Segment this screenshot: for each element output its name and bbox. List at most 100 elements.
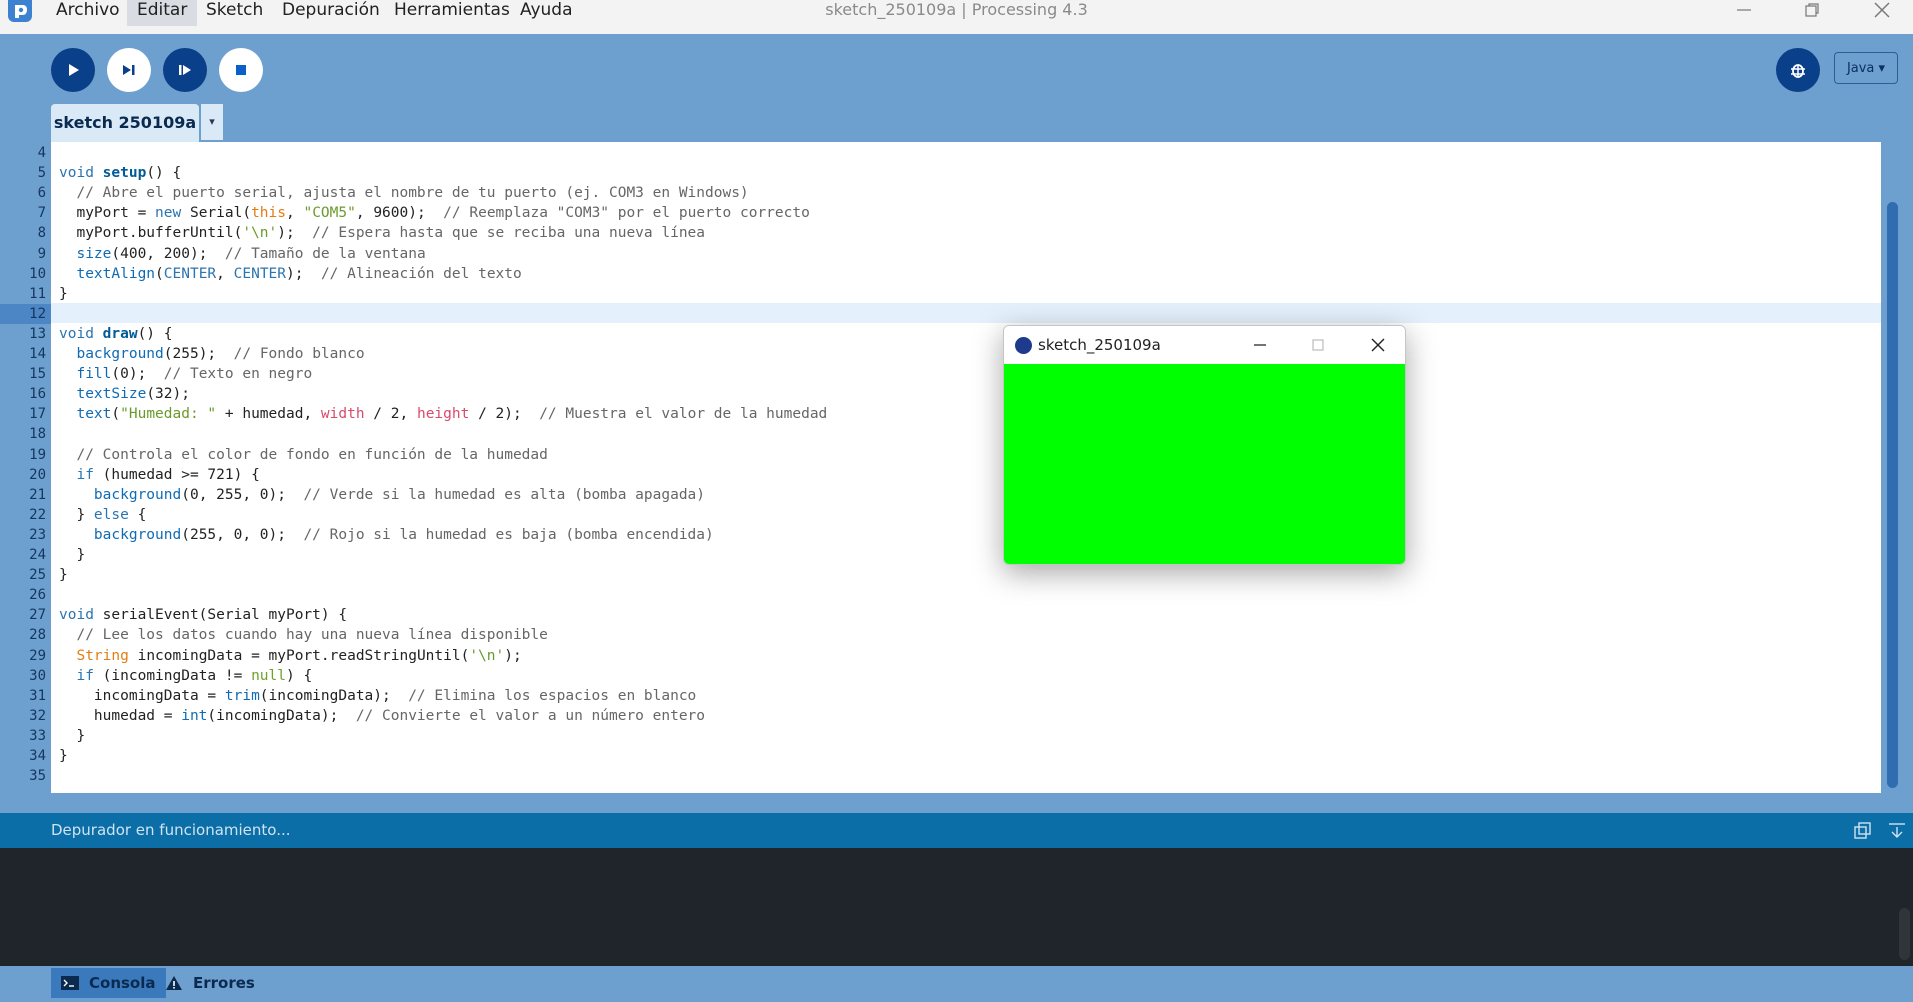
run-icon (69, 64, 79, 76)
code-line[interactable]: } (59, 726, 85, 746)
code-line[interactable]: background(255); // Fondo blanco (59, 344, 364, 364)
line-number: 10 (29, 265, 46, 282)
code-line[interactable]: background(0, 255, 0); // Verde si la hu… (59, 485, 705, 505)
code-line[interactable]: // Abre el puerto serial, ajusta el nomb… (59, 183, 748, 203)
code-line[interactable]: } (59, 746, 68, 766)
line-number: 19 (29, 446, 46, 463)
code-line[interactable]: if (incomingData != null) { (59, 666, 312, 686)
code-line[interactable]: text("Humedad: " + humedad, width / 2, h… (59, 404, 827, 424)
line-number: 30 (29, 667, 46, 684)
line-number: 13 (29, 325, 46, 342)
code-line[interactable]: myPort = new Serial(this, "COM5", 9600);… (59, 203, 809, 223)
line-number: 33 (29, 727, 46, 744)
line-number: 28 (29, 627, 46, 644)
line-number: 12 (0, 303, 51, 324)
line-number: 6 (37, 185, 46, 202)
code-line[interactable]: String incomingData = myPort.readStringU… (59, 646, 521, 666)
stop-icon (236, 65, 246, 75)
tab-menu-button[interactable]: ▾ (201, 104, 223, 140)
run-button[interactable] (51, 48, 95, 92)
code-line[interactable]: background(255, 0, 0); // Rojo si la hum… (59, 525, 714, 545)
code-line[interactable]: } (59, 545, 85, 565)
line-number: 22 (29, 506, 46, 523)
maximize-icon (1312, 339, 1324, 351)
code-line[interactable]: } (59, 565, 68, 585)
sketch-minimize-button[interactable] (1237, 326, 1283, 364)
editor-scrollbar-thumb[interactable] (1887, 202, 1898, 788)
collapse-console-icon[interactable] (1887, 821, 1907, 841)
code-line[interactable]: size(400, 200); // Tamaño de la ventana (59, 244, 425, 264)
sketch-output-window[interactable]: sketch_250109a (1003, 325, 1406, 565)
line-number: 8 (37, 225, 46, 242)
console-footer: Consola Errores (0, 966, 1913, 1002)
line-number: 31 (29, 687, 46, 704)
line-number: 34 (29, 748, 46, 764)
status-bar: Depurador en funcionamiento... (0, 813, 1913, 848)
code-line[interactable]: textSize(32); (59, 384, 190, 404)
close-button[interactable] (1852, 0, 1912, 26)
terminal-icon (61, 976, 79, 990)
tab-consola[interactable]: Consola (51, 968, 166, 998)
line-number: 24 (29, 547, 46, 563)
line-number: 29 (29, 647, 46, 664)
code-line[interactable]: void draw() { (59, 324, 173, 344)
console-scrollbar-thumb[interactable] (1899, 908, 1910, 960)
code-line[interactable]: textAlign(CENTER, CENTER); // Alineación… (59, 264, 521, 284)
code-line[interactable]: } else { (59, 505, 146, 525)
minimize-button[interactable] (1714, 0, 1774, 26)
sketch-maximize-button[interactable] (1295, 326, 1341, 364)
code-line[interactable]: incomingData = trim(incomingData); // El… (59, 686, 696, 706)
line-number: 4 (37, 145, 46, 161)
sketch-titlebar[interactable]: sketch_250109a (1004, 326, 1405, 364)
menu-editar[interactable]: Editar (127, 0, 198, 26)
copy-icon[interactable] (1853, 821, 1873, 841)
menu-sketch[interactable]: Sketch (196, 0, 273, 26)
menu-depuracion[interactable]: Depuración (272, 0, 390, 26)
continue-button[interactable] (163, 48, 207, 92)
mode-selector[interactable]: Java ▾ (1834, 52, 1898, 84)
processing-logo-icon (8, 0, 32, 22)
code-line[interactable]: } (59, 284, 68, 304)
line-number: 7 (37, 205, 46, 222)
code-line[interactable]: // Lee los datos cuando hay una nueva lí… (59, 625, 547, 645)
minimize-icon (1254, 344, 1266, 346)
console-output[interactable] (0, 848, 1913, 966)
line-number: 9 (37, 245, 46, 262)
sketch-canvas[interactable] (1004, 364, 1405, 564)
line-number: 16 (29, 386, 46, 403)
menu-ayuda[interactable]: Ayuda (510, 0, 583, 26)
line-number: 5 (37, 165, 46, 182)
menubar: Archivo Editar Sketch Depuración Herrami… (0, 0, 1913, 34)
sketch-close-button[interactable] (1355, 326, 1401, 364)
code-line[interactable]: // Controla el color de fondo en función… (59, 445, 547, 465)
line-number-gutter: 4 5 6 7 8 9 10 11 12 13 14 15 16 17 18 19 20 21 22 23 24 25 26… (0, 142, 51, 793)
warning-icon (166, 976, 182, 990)
continue-icon (179, 65, 191, 75)
code-line[interactable]: myPort.bufferUntil('\n'); // Espera hast… (59, 223, 705, 243)
restore-button[interactable] (1782, 0, 1842, 26)
line-number: 18 (29, 426, 46, 443)
step-button[interactable] (107, 48, 151, 92)
line-number: 23 (29, 526, 46, 543)
line-number: 14 (29, 346, 46, 362)
code-line[interactable]: if (humedad >= 721) { (59, 465, 259, 485)
step-icon (123, 65, 135, 75)
code-line[interactable]: fill(0); // Texto en negro (59, 364, 312, 384)
tab-errores[interactable]: Errores (155, 968, 265, 998)
processing-logo-icon (1015, 337, 1032, 354)
status-message: Depurador en funcionamiento... (51, 821, 291, 839)
stop-button[interactable] (219, 48, 263, 92)
debugger-button[interactable] (1776, 48, 1820, 92)
code-editor[interactable]: void setup() { // Abre el puerto serial,… (51, 142, 1881, 793)
tab-errores-label: Errores (193, 974, 255, 992)
line-number: 32 (29, 707, 46, 724)
menu-herramientas[interactable]: Herramientas (384, 0, 520, 26)
menu-archivo[interactable]: Archivo (46, 0, 130, 26)
tab-consola-label: Consola (89, 974, 156, 992)
tab-sketch[interactable]: sketch 250109a (51, 104, 199, 142)
code-line[interactable]: humedad = int(incomingData); // Conviert… (59, 706, 705, 726)
code-line[interactable]: void serialEvent(Serial myPort) { (59, 605, 347, 625)
code-line[interactable]: void setup() { (59, 163, 181, 183)
sketch-window-title: sketch_250109a (1038, 336, 1161, 354)
line-number: 17 (29, 406, 46, 423)
